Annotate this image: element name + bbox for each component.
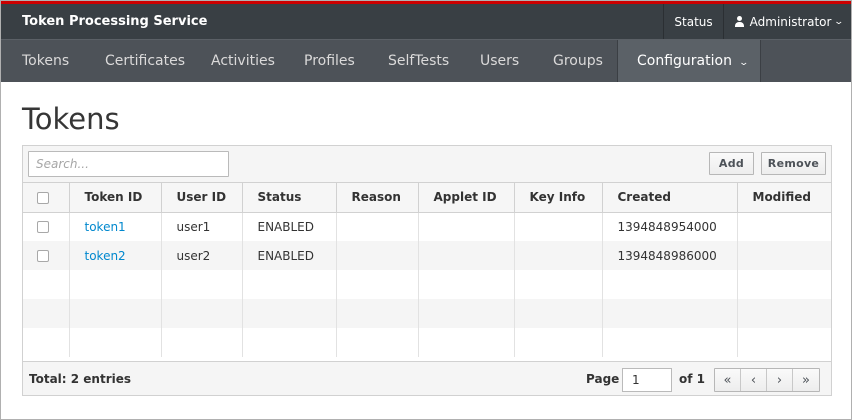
empty-row [23, 270, 831, 299]
user-menu-label: Administrator [749, 14, 832, 29]
nav-certificates-label: Certificates [105, 53, 186, 69]
col-status[interactable]: Status [242, 183, 337, 213]
nav-activities[interactable]: Activities [211, 40, 275, 82]
status-label: Status [674, 14, 713, 29]
nav-configuration-label: Configuration [637, 53, 732, 69]
table-toolbar: Add Remove [23, 146, 831, 183]
col-modified[interactable]: Modified [737, 183, 831, 213]
nav-certificates[interactable]: Certificates [105, 40, 185, 82]
page-number-input[interactable] [622, 368, 672, 392]
search-input[interactable] [28, 151, 229, 177]
nav-tokens[interactable]: Tokens [22, 40, 69, 82]
utility-nav: Status Administrator ⌄ [663, 4, 851, 39]
table-header-row: Token ID User ID Status Reason Applet ID… [23, 183, 831, 213]
page-label: Page [586, 372, 620, 386]
user-id-cell: user2 [161, 241, 243, 270]
tokens-table: Token ID User ID Status Reason Applet ID… [23, 183, 831, 357]
primary-nav: Tokens Certificates Activities Profiles … [1, 39, 851, 82]
nav-configuration[interactable]: Configuration ⌄ [617, 40, 761, 82]
empty-row [23, 328, 831, 357]
empty-row [23, 299, 831, 328]
pagination: « ‹ › » [714, 368, 820, 392]
double-chevron-right-icon: » [802, 372, 810, 388]
last-page-button[interactable]: » [793, 369, 819, 391]
select-all-cell [23, 183, 70, 213]
prev-page-button[interactable]: ‹ [741, 369, 767, 391]
nav-groups[interactable]: Groups [553, 40, 603, 82]
col-applet-id[interactable]: Applet ID [418, 183, 515, 213]
double-chevron-left-icon: « [723, 372, 732, 388]
table-row: token2 user2 ENABLED 1394848986000 [23, 241, 831, 270]
modified-cell [737, 241, 831, 270]
brand-title: Token Processing Service [22, 14, 208, 29]
row-checkbox[interactable] [37, 221, 49, 234]
token-id-cell: token1 [69, 212, 162, 241]
nav-tokens-label: Tokens [22, 53, 70, 69]
row-select-cell [23, 241, 70, 270]
key-info-cell [514, 241, 603, 270]
col-token-id[interactable]: Token ID [69, 183, 162, 213]
nav-profiles[interactable]: Profiles [304, 40, 355, 82]
key-info-cell [514, 212, 603, 241]
reason-cell [336, 212, 419, 241]
chevron-down-icon: ⌄ [833, 16, 845, 27]
chevron-left-icon: ‹ [750, 372, 757, 388]
app-window: Token Processing Service Status Administ… [0, 0, 852, 420]
table-footer: Total: 2 entries Page of 1 « ‹ › » [23, 361, 831, 395]
col-reason[interactable]: Reason [336, 183, 419, 213]
user-menu[interactable]: Administrator ⌄ [722, 4, 851, 39]
token-link[interactable]: token1 [85, 220, 126, 234]
col-user-id[interactable]: User ID [161, 183, 243, 213]
tokens-panel: Add Remove Token ID User ID Sta [22, 145, 832, 396]
reason-cell [336, 241, 419, 270]
table-row: token1 user1 ENABLED 1394848954000 [23, 212, 831, 241]
applet-id-cell [418, 241, 515, 270]
nav-users-label: Users [480, 53, 520, 69]
modified-cell [737, 212, 831, 241]
nav-profiles-label: Profiles [304, 53, 355, 69]
token-link[interactable]: token2 [85, 249, 126, 263]
next-page-button[interactable]: › [767, 369, 793, 391]
applet-id-cell [418, 212, 515, 241]
col-created[interactable]: Created [602, 183, 738, 213]
add-button[interactable]: Add [709, 152, 754, 175]
chevron-down-icon: ⌄ [738, 58, 750, 68]
col-key-info[interactable]: Key Info [514, 183, 603, 213]
remove-button[interactable]: Remove [761, 152, 826, 175]
created-cell: 1394848954000 [602, 212, 738, 241]
total-entries: Total: 2 entries [29, 372, 132, 386]
page-count: of 1 [679, 372, 705, 386]
nav-selftests[interactable]: SelfTests [388, 40, 449, 82]
nav-selftests-label: SelfTests [388, 53, 450, 69]
status-cell: ENABLED [242, 241, 337, 270]
page-title: Tokens [22, 102, 120, 136]
user-icon [734, 16, 745, 27]
row-checkbox[interactable] [37, 250, 49, 262]
nav-users[interactable]: Users [480, 40, 519, 82]
row-select-cell [23, 212, 70, 241]
status-link[interactable]: Status [663, 4, 722, 39]
created-cell: 1394848986000 [602, 241, 738, 270]
select-all-checkbox[interactable] [37, 191, 49, 204]
chevron-right-icon: › [776, 372, 783, 388]
first-page-button[interactable]: « [715, 369, 741, 391]
top-header: Token Processing Service Status Administ… [1, 1, 851, 39]
token-id-cell: token2 [69, 241, 162, 270]
nav-activities-label: Activities [211, 53, 275, 69]
user-id-cell: user1 [161, 212, 243, 241]
nav-groups-label: Groups [553, 53, 603, 69]
status-cell: ENABLED [242, 212, 337, 241]
